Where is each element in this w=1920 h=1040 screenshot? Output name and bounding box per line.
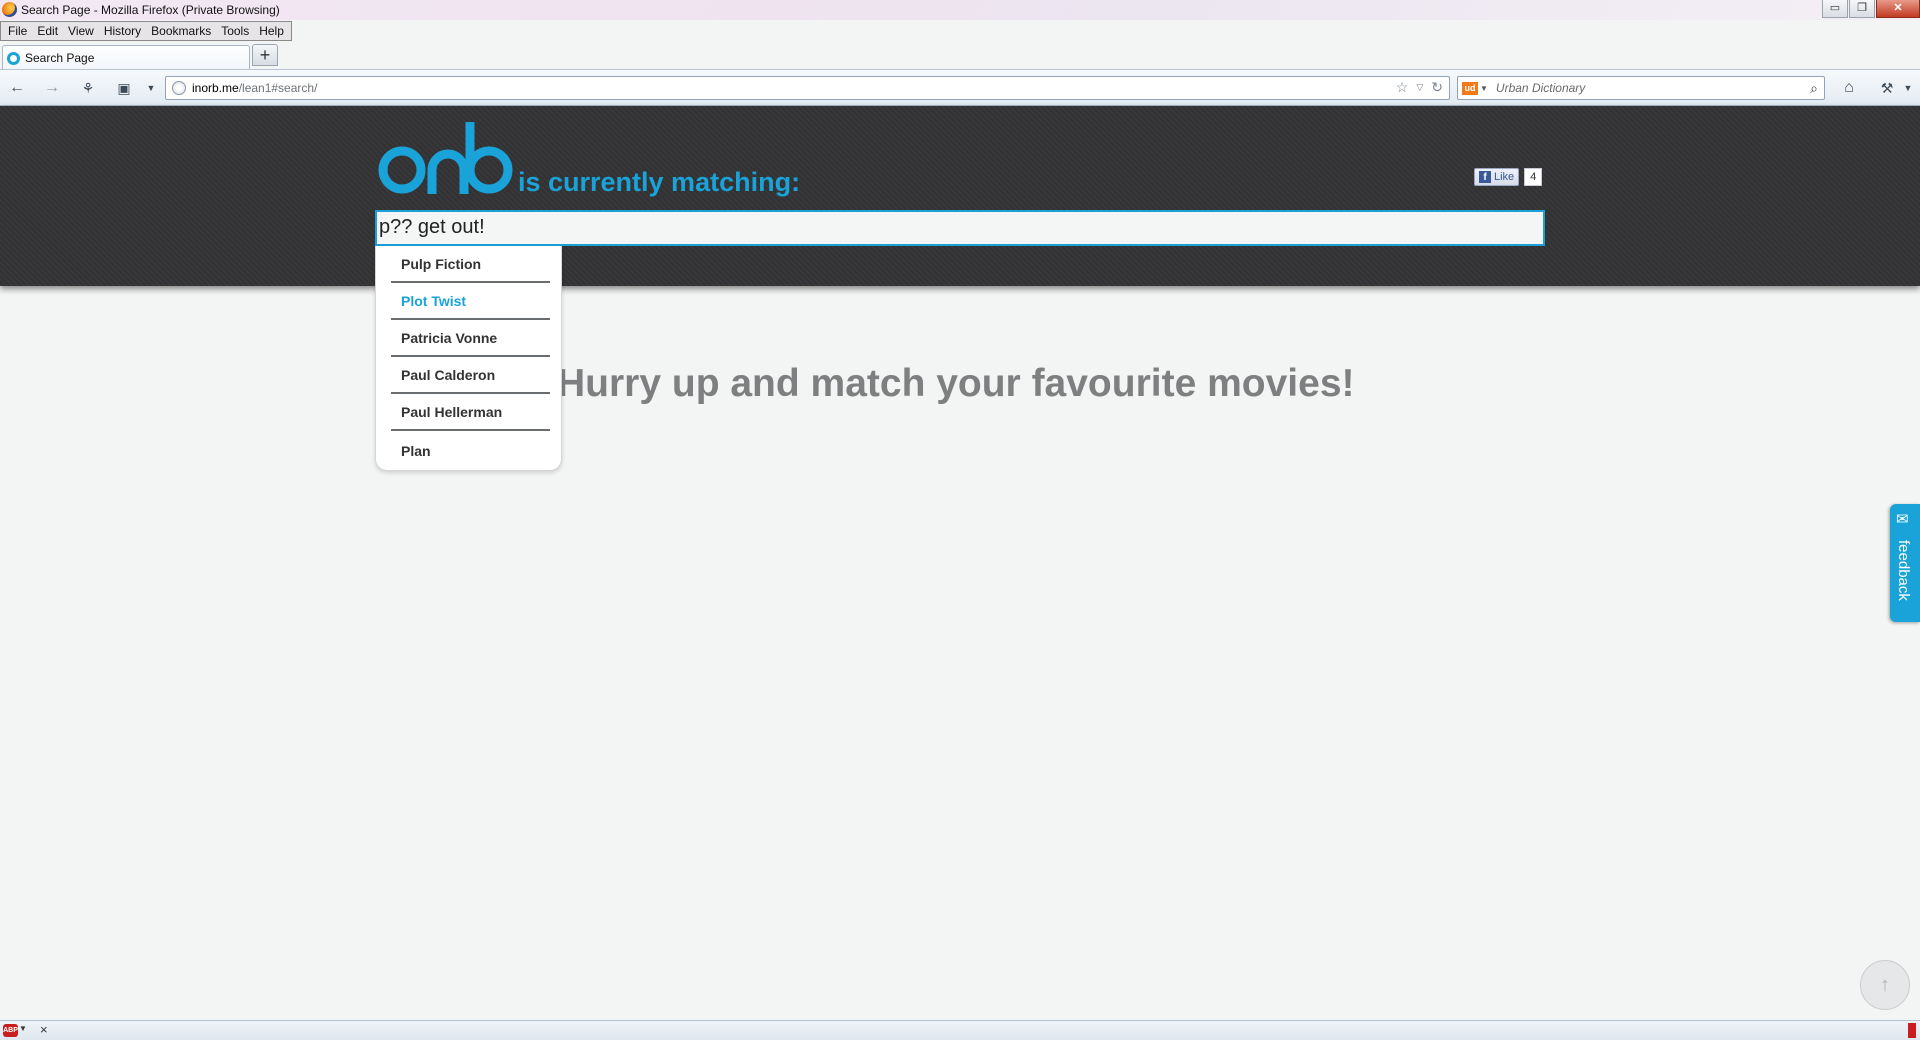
history-dropdown-icon[interactable]: ▽ (1416, 79, 1423, 96)
tab-search-page[interactable]: Search Page (2, 45, 250, 70)
headline: Hurry up and match your favourite movies… (557, 362, 1355, 405)
window-controls: ▭ ❐ ✕ (1821, 0, 1920, 18)
bookmark-star-icon[interactable]: ☆ (1396, 79, 1409, 96)
facebook-icon: f (1479, 171, 1491, 183)
tools-icon[interactable]: ⚒ (1876, 78, 1898, 98)
addon-status-icon (1908, 1023, 1916, 1038)
megaphone-icon: ✉ (1896, 511, 1909, 528)
restore-button[interactable]: ❐ (1849, 0, 1875, 18)
home-icon[interactable]: ⌂ (1838, 78, 1860, 98)
match-search-input[interactable]: p?? get out! (375, 210, 1545, 246)
tools-dropdown-icon[interactable]: ▼ (1897, 78, 1919, 98)
url-domain: inorb.me (192, 81, 239, 95)
scroll-to-top-button[interactable]: ↑ (1860, 960, 1910, 1010)
menu-file[interactable]: File (3, 24, 32, 38)
screenshot-icon[interactable]: ▣ (113, 78, 135, 98)
back-icon[interactable]: ← (6, 78, 28, 98)
close-button[interactable]: ✕ (1876, 0, 1920, 18)
feedback-label: feedback (1895, 540, 1912, 601)
page-content: is currently matching: f Like 4 p?? get … (0, 106, 1920, 1020)
facebook-like-widget: f Like 4 (1474, 168, 1543, 186)
suggestion-item[interactable]: Paul Hellerman (391, 394, 550, 431)
header-banner: is currently matching: f Like 4 p?? get … (0, 106, 1920, 286)
tagline: is currently matching: (518, 167, 801, 197)
menu-view[interactable]: View (63, 24, 99, 38)
search-engine-box[interactable]: ud ▼ Urban Dictionary ⌕ (1457, 76, 1825, 100)
menu-bar: File Edit View History Bookmarks Tools H… (0, 21, 292, 41)
facebook-like-label: Like (1494, 171, 1515, 183)
reload-icon[interactable]: ↻ (1431, 79, 1443, 96)
adblock-dropdown-icon[interactable]: ▼ (19, 1024, 27, 1033)
suggestion-item-active[interactable]: Plot Twist (391, 283, 550, 320)
url-path: /lean1#search/ (238, 81, 318, 95)
menu-tools[interactable]: Tools (216, 24, 254, 38)
addon-bar-close-button[interactable]: × (40, 1022, 48, 1037)
suggestion-item[interactable]: Patricia Vonne (391, 320, 550, 357)
search-engine-placeholder: Urban Dictionary (1495, 81, 1586, 95)
orb-logo[interactable] (378, 118, 514, 198)
tab-strip: Search Page (0, 43, 1920, 70)
engine-dropdown-icon[interactable]: ▼ (1480, 84, 1488, 93)
search-icon[interactable]: ⌕ (1810, 80, 1818, 97)
urban-dictionary-icon[interactable]: ud (1462, 81, 1478, 95)
tab-label: Search Page (25, 51, 95, 65)
dropdown-icon[interactable]: ▼ (140, 78, 162, 98)
addons-icon[interactable]: ⚘ (77, 78, 99, 98)
autocomplete-dropdown: Pulp Fiction Plot Twist Patricia Vonne P… (375, 246, 562, 471)
orb-favicon-icon (7, 51, 20, 65)
menu-help[interactable]: Help (254, 24, 289, 38)
menu-bookmarks[interactable]: Bookmarks (146, 24, 216, 38)
window-titlebar: Search Page - Mozilla Firefox (Private B… (0, 0, 1920, 20)
suggestion-item[interactable]: Plan (391, 431, 550, 468)
suggestion-item[interactable]: Paul Calderon (391, 357, 550, 394)
addon-bar: ABP ▼ × (0, 1020, 1920, 1040)
menu-edit[interactable]: Edit (32, 24, 63, 38)
url-bar[interactable]: inorb.me /lean1#search/ ☆ ▽ ↻ (165, 76, 1450, 100)
minimize-button[interactable]: ▭ (1822, 0, 1848, 18)
navigation-toolbar: ← → ⚘ ▣ ▼ inorb.me /lean1#search/ ☆ ▽ ↻ … (0, 69, 1920, 106)
feedback-tab[interactable]: ✉ feedback (1890, 504, 1920, 622)
suggestion-item[interactable]: Pulp Fiction (391, 246, 550, 283)
firefox-icon (2, 2, 17, 17)
new-tab-button[interactable]: + (252, 44, 278, 66)
window-title: Search Page - Mozilla Firefox (Private B… (21, 3, 280, 17)
adblock-icon[interactable]: ABP (3, 1024, 18, 1037)
menu-history[interactable]: History (99, 24, 146, 38)
facebook-like-button[interactable]: f Like (1474, 168, 1520, 186)
globe-icon (172, 81, 186, 95)
forward-icon[interactable]: → (41, 78, 63, 98)
facebook-like-count: 4 (1524, 168, 1543, 186)
